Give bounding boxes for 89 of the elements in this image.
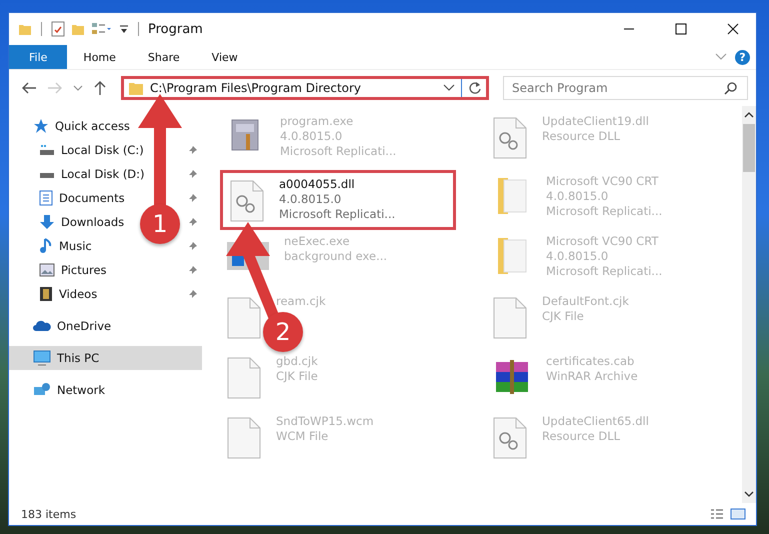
- file-name: UpdateClient19.dll: [542, 114, 649, 129]
- document-icon: [39, 190, 53, 206]
- file-detail: CJK File: [542, 309, 585, 324]
- scrollbar-thumb[interactable]: [743, 124, 755, 172]
- large-icons-view-icon[interactable]: [730, 508, 746, 520]
- file-name: certificates.cab: [546, 354, 636, 369]
- file-detail: Microsoft Replicati...: [546, 204, 662, 219]
- folder-icon: [128, 80, 144, 96]
- film-icon: [39, 286, 53, 302]
- help-button[interactable]: ?: [735, 50, 750, 64]
- file-name: a0004055.dll: [279, 177, 356, 192]
- address-bar[interactable]: C:\Program Files\Program Directory: [121, 76, 489, 100]
- search-icon: [724, 81, 738, 95]
- sidebar-item[interactable]: Videos: [39, 283, 98, 305]
- ribbon-tab[interactable]: Home: [67, 45, 132, 69]
- sidebar-item[interactable]: Local Disk (C:): [39, 139, 144, 161]
- cloud-icon: [33, 320, 51, 332]
- pin-icon[interactable]: [188, 289, 198, 299]
- file-name: UpdateClient65.dll: [542, 414, 649, 429]
- window-title: Program: [148, 22, 203, 36]
- file-detail: WCM File: [276, 429, 330, 444]
- gear-file-icon: [229, 179, 265, 223]
- properties-icon[interactable]: [51, 21, 65, 37]
- file-detail: 4.0.8015.0: [546, 189, 610, 204]
- file-detail: WinRAR Archive: [546, 369, 638, 384]
- ribbon-tab[interactable]: View: [196, 45, 254, 69]
- view-options-icon[interactable]: [91, 22, 113, 36]
- pin-icon[interactable]: [188, 169, 198, 179]
- file-name: gbd.cjk: [276, 354, 318, 369]
- monitor-icon: [33, 350, 51, 366]
- pin-icon[interactable]: [188, 217, 198, 227]
- music-note-icon: [39, 238, 53, 254]
- sidebar-item[interactable]: Documents: [39, 187, 125, 209]
- scroll-down-icon[interactable]: [743, 489, 755, 499]
- pin-icon[interactable]: [188, 241, 198, 251]
- blank-file-icon: [492, 296, 528, 340]
- picture-icon: [39, 263, 55, 277]
- blank-file-icon: [226, 356, 262, 400]
- file-detail: Resource DLL: [542, 129, 622, 144]
- download-arrow-icon: [39, 214, 55, 230]
- gear-file-icon: [492, 116, 528, 160]
- sidebar-item[interactable]: Network: [33, 379, 106, 401]
- sidebar-item[interactable]: Pictures: [39, 259, 107, 281]
- expand-ribbon-icon[interactable]: [715, 53, 727, 61]
- file-detail: 4.0.8015.0: [280, 129, 344, 144]
- back-arrow-icon[interactable]: [21, 81, 37, 95]
- drive-icon: [39, 173, 55, 179]
- pin-icon[interactable]: [188, 193, 198, 203]
- vertical-scrollbar[interactable]: [742, 106, 756, 503]
- details-view-icon[interactable]: [710, 508, 724, 520]
- file-detail: background exe...: [284, 249, 388, 264]
- ribbon-tab[interactable]: File: [9, 45, 68, 69]
- gear-file-icon: [492, 416, 528, 460]
- dropdown-chevron-icon[interactable]: [443, 84, 455, 92]
- sidebar-item[interactable]: Quick access: [33, 115, 130, 137]
- file-name: Microsoft VC90 CRT: [546, 234, 660, 249]
- file-detail: CJK File: [276, 369, 318, 384]
- file-name: neExec.exe: [284, 234, 351, 249]
- file-detail: Microsoft Replicati...: [280, 144, 396, 159]
- blank-file-icon: [226, 296, 262, 340]
- star-icon: [33, 118, 49, 134]
- scroll-up-icon[interactable]: [743, 110, 755, 120]
- up-arrow-icon[interactable]: [93, 80, 107, 96]
- file-name: ream.cjk: [276, 294, 326, 309]
- refresh-icon[interactable]: [468, 81, 482, 95]
- file-name: DefaultFont.cjk: [542, 294, 629, 309]
- file-detail: Resource DLL: [542, 429, 622, 444]
- blank-file-icon: [226, 416, 262, 460]
- search-field[interactable]: Search Program: [503, 76, 748, 100]
- item-count: 183 items: [21, 508, 76, 520]
- ribbon-tab[interactable]: Share: [132, 45, 196, 69]
- file-detail: 4.0.8015.0: [279, 192, 342, 207]
- file-detail: Microsoft Replicati...: [279, 207, 396, 222]
- sidebar-item[interactable]: OneDrive: [33, 315, 112, 337]
- pin-icon[interactable]: [188, 265, 198, 275]
- network-icon: [33, 382, 51, 398]
- file-item[interactable]: a0004055.dll 4.0.8015.0 Microsoft Replicati...: [220, 170, 456, 230]
- sidebar-item[interactable]: Music: [39, 235, 92, 257]
- file-detail: Microsoft Replicati...: [546, 264, 662, 279]
- sidebar-item[interactable]: Local Disk (D:): [39, 163, 145, 185]
- recent-locations-icon[interactable]: [73, 84, 83, 92]
- file-name: program.exe: [280, 114, 354, 129]
- drive-icon: [39, 144, 55, 156]
- file-name: Microsoft VC90 CRT: [546, 174, 660, 189]
- pin-icon[interactable]: [188, 145, 198, 155]
- customize-toolbar-icon[interactable]: [119, 23, 129, 35]
- file-name: SndToWP15.wcm: [276, 414, 374, 429]
- file-detail: 4.0.8015.0: [546, 249, 610, 264]
- sidebar-item[interactable]: Downloads: [39, 211, 124, 233]
